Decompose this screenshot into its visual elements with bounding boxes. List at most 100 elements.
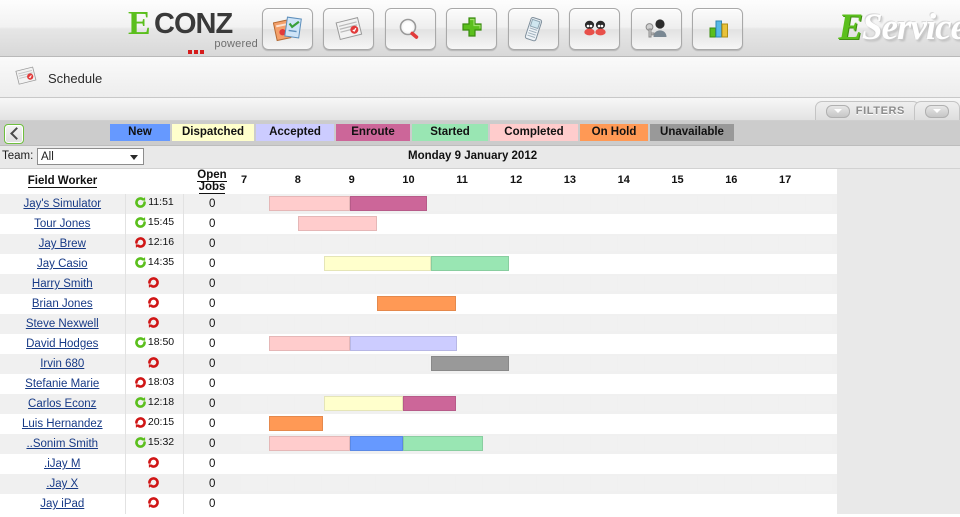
worker-name-link[interactable]: Tour Jones bbox=[34, 218, 90, 230]
timeline-cell[interactable] bbox=[671, 476, 698, 491]
table-row[interactable]: ..Sonim Smith 15:32 0 bbox=[0, 434, 837, 454]
timeline-cell[interactable] bbox=[321, 476, 348, 491]
col-open-jobs[interactable]: Open Jobs bbox=[183, 169, 241, 194]
timeline-cell[interactable] bbox=[510, 476, 536, 491]
timeline-cell[interactable] bbox=[752, 436, 779, 451]
timeline-cell[interactable] bbox=[779, 476, 805, 491]
table-row[interactable]: Jay iPad 0 bbox=[0, 494, 837, 514]
worker-name-cell[interactable]: Jay's Simulator bbox=[0, 193, 126, 214]
timeline-cell[interactable] bbox=[617, 356, 644, 371]
worker-name-cell[interactable]: Jay Casio bbox=[0, 254, 126, 274]
job-bar-completed[interactable] bbox=[269, 436, 350, 451]
table-row[interactable]: .Jay X 0 bbox=[0, 474, 837, 494]
timeline-cell[interactable] bbox=[779, 436, 805, 451]
timeline-cell[interactable] bbox=[671, 436, 698, 451]
timeline-cell[interactable] bbox=[241, 476, 267, 491]
worker-name-link[interactable]: Carlos Econz bbox=[28, 398, 96, 410]
worker-name-link[interactable]: Irvin 680 bbox=[40, 358, 84, 370]
timeline-lane[interactable] bbox=[241, 334, 837, 354]
timeline-cell[interactable] bbox=[429, 196, 456, 211]
worker-name-link[interactable]: Jay's Simulator bbox=[23, 198, 101, 210]
worker-name-cell[interactable]: Harry Smith bbox=[0, 274, 126, 294]
timeline-cell[interactable] bbox=[779, 316, 805, 331]
timeline-cell[interactable] bbox=[805, 476, 832, 491]
timeline-lane[interactable] bbox=[241, 354, 837, 374]
timeline-cell[interactable] bbox=[402, 476, 429, 491]
timeline-lane[interactable] bbox=[241, 494, 837, 514]
timeline-cell[interactable] bbox=[805, 356, 832, 371]
timeline-lane[interactable] bbox=[241, 214, 837, 234]
timeline-cell[interactable] bbox=[483, 316, 510, 331]
job-bar-new[interactable] bbox=[350, 436, 403, 451]
table-row[interactable]: David Hodges 18:50 0 bbox=[0, 334, 837, 354]
timeline-cell[interactable] bbox=[590, 196, 617, 211]
timeline-cell[interactable] bbox=[267, 396, 294, 411]
timeline-lane[interactable] bbox=[241, 234, 837, 254]
job-bar-completed[interactable] bbox=[298, 216, 377, 231]
reports-button[interactable] bbox=[692, 8, 744, 50]
timeline-cell[interactable] bbox=[321, 356, 348, 371]
timeline-cell[interactable] bbox=[563, 396, 590, 411]
timeline-cell[interactable] bbox=[805, 396, 832, 411]
back-button[interactable] bbox=[4, 124, 24, 144]
timeline-cell[interactable] bbox=[698, 356, 725, 371]
timeline-cell[interactable] bbox=[725, 476, 752, 491]
timeline-cell[interactable] bbox=[267, 476, 294, 491]
timeline-cell[interactable] bbox=[644, 436, 671, 451]
timeline-cell[interactable] bbox=[510, 236, 536, 251]
timeline-cell[interactable] bbox=[510, 436, 536, 451]
table-row[interactable]: Brian Jones 0 bbox=[0, 294, 837, 314]
job-bar-enroute[interactable] bbox=[403, 396, 456, 411]
timeline-cell[interactable] bbox=[779, 356, 805, 371]
timeline-cell[interactable] bbox=[590, 316, 617, 331]
timeline-cell[interactable] bbox=[294, 396, 321, 411]
timeline-cell[interactable] bbox=[590, 436, 617, 451]
timeline-cell[interactable] bbox=[698, 276, 725, 291]
timeline-cell[interactable] bbox=[267, 236, 294, 251]
timeline-cell[interactable] bbox=[348, 236, 375, 251]
timeline-cell[interactable] bbox=[590, 356, 617, 371]
timeline-cell[interactable] bbox=[536, 196, 563, 211]
timeline-cell[interactable] bbox=[617, 196, 644, 211]
filters-extra-tab[interactable] bbox=[914, 101, 960, 120]
legend-item-new[interactable]: New bbox=[110, 124, 170, 141]
add-button[interactable] bbox=[446, 8, 498, 50]
table-row[interactable]: Jay Casio 14:35 0 bbox=[0, 254, 837, 274]
timeline-cell[interactable] bbox=[348, 276, 375, 291]
timeline-cell[interactable] bbox=[402, 276, 429, 291]
timeline-cell[interactable] bbox=[779, 236, 805, 251]
timeline-cell[interactable] bbox=[456, 236, 483, 251]
timeline-cell[interactable] bbox=[805, 196, 832, 211]
timeline-cell[interactable] bbox=[644, 236, 671, 251]
job-bar-on-hold[interactable] bbox=[377, 296, 456, 311]
timeline-lane[interactable] bbox=[241, 414, 837, 434]
worker-name-cell[interactable]: Luis Hernandez bbox=[0, 414, 126, 434]
table-row[interactable]: Jay's Simulator 11:51 0 bbox=[0, 193, 837, 214]
job-bar-enroute[interactable] bbox=[350, 196, 427, 211]
job-bar-completed[interactable] bbox=[269, 336, 350, 351]
timeline-cell[interactable] bbox=[241, 236, 267, 251]
timeline-cell[interactable] bbox=[510, 196, 536, 211]
timeline-cell[interactable] bbox=[402, 316, 429, 331]
schedule-button[interactable] bbox=[323, 8, 375, 50]
worker-name-cell[interactable]: Steve Nexwell bbox=[0, 314, 126, 334]
timeline-cell[interactable] bbox=[698, 436, 725, 451]
timeline-cell[interactable] bbox=[321, 316, 348, 331]
timeline-lane[interactable] bbox=[241, 274, 837, 294]
timeline-cell[interactable] bbox=[241, 436, 267, 451]
timeline-lane[interactable] bbox=[241, 434, 837, 454]
legend-item-started[interactable]: Started bbox=[412, 124, 488, 141]
timeline-cell[interactable] bbox=[752, 396, 779, 411]
timeline-cell[interactable] bbox=[671, 356, 698, 371]
worker-name-cell[interactable]: Tour Jones bbox=[0, 214, 126, 234]
timeline-cell[interactable] bbox=[483, 396, 510, 411]
job-bar-on-hold[interactable] bbox=[269, 416, 323, 431]
timeline-cell[interactable] bbox=[563, 476, 590, 491]
legend-item-enroute[interactable]: Enroute bbox=[336, 124, 410, 141]
timeline-cell[interactable] bbox=[805, 236, 832, 251]
timeline-cell[interactable] bbox=[644, 396, 671, 411]
timeline-lane[interactable] bbox=[241, 474, 837, 494]
job-bar-unavailable[interactable] bbox=[431, 356, 509, 371]
timeline-cell[interactable] bbox=[321, 276, 348, 291]
timeline-cell[interactable] bbox=[241, 356, 267, 371]
